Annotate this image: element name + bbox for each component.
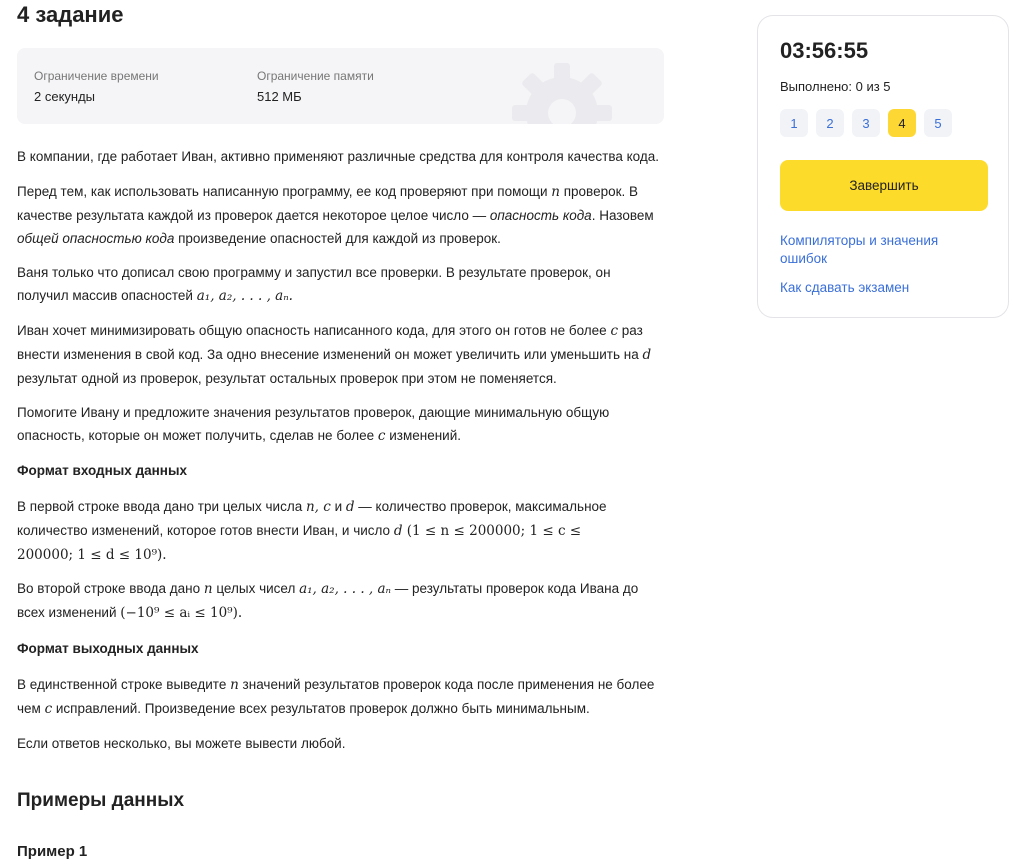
limits-box: Ограничение времени 2 секунды Ограничени… [17, 48, 664, 124]
text: Помогите Ивану и предложите значения рез… [17, 405, 610, 443]
output-format-heading: Формат выходных данных [17, 641, 199, 656]
text: и [330, 499, 346, 514]
time-limit: Ограничение времени 2 секунды [34, 69, 159, 104]
math-var: n [203, 581, 213, 597]
statement-paragraph-5: Помогите Ивану и предложите значения рез… [17, 401, 637, 448]
math-var: n [230, 677, 239, 693]
text: произведение опасностей для каждой из пр… [174, 231, 501, 246]
statement-paragraph-4: Иван хочет минимизировать общую опасност… [17, 319, 664, 390]
term-emphasis: опасность кода [489, 208, 592, 223]
exam-side-panel: 03:56:55 Выполнено: 0 из 5 1 2 3 4 5 Зав… [757, 15, 1009, 318]
memory-limit-value: 512 МБ [257, 89, 302, 104]
question-navigation: 1 2 3 4 5 [780, 109, 960, 137]
text: результат одной из проверок, результат о… [17, 371, 557, 386]
question-button-2[interactable]: 2 [816, 109, 844, 137]
time-limit-label: Ограничение времени [34, 69, 159, 83]
math-var: c [610, 323, 618, 339]
memory-limit: Ограничение памяти 512 МБ [257, 69, 374, 104]
math-var: d [642, 347, 652, 363]
statement-paragraph-8: В единственной строке выведите n значени… [17, 673, 664, 721]
compilers-errors-link[interactable]: Компиляторы и значения ошибок [780, 232, 970, 268]
math-var: d [345, 499, 355, 515]
statement-paragraph-2: Перед тем, как использовать написанную п… [17, 180, 664, 250]
text: Иван хочет минимизировать общую опасност… [17, 323, 611, 338]
how-to-take-exam-link[interactable]: Как сдавать экзамен [780, 279, 909, 297]
text: Ваня только что дописал свою программу и… [17, 265, 611, 303]
text: В единственной строке выведите [17, 677, 231, 692]
math-expression: a₁, a₂, . . . , aₙ. [196, 288, 293, 304]
question-button-1[interactable]: 1 [780, 109, 808, 137]
memory-limit-label: Ограничение памяти [257, 69, 374, 83]
gear-icon [512, 63, 612, 124]
statement-paragraph-9: Если ответов несколько, вы можете вывест… [17, 736, 346, 751]
finish-button[interactable]: Завершить [780, 160, 988, 211]
math-expression: (−10⁹ ≤ aᵢ ≤ 10⁹). [120, 605, 243, 621]
text: целых чисел [212, 581, 300, 596]
term-emphasis: общей опасностью кода [17, 231, 175, 246]
input-format-heading: Формат входных данных [17, 463, 187, 478]
statement-paragraph-3: Ваня только что дописал свою программу и… [17, 261, 637, 308]
text: Перед тем, как использовать написанную п… [17, 184, 552, 199]
progress-text: Выполнено: 0 из 5 [780, 79, 891, 94]
statement-paragraph-1: В компании, где работает Иван, активно п… [17, 149, 660, 164]
examples-heading: Примеры данных [17, 790, 185, 811]
question-button-5[interactable]: 5 [924, 109, 952, 137]
statement-paragraph-6: В первой строке ввода дано три целых чис… [17, 495, 617, 567]
statement-paragraph-7: Во второй строке ввода дано n целых чисе… [17, 577, 647, 625]
example-1-heading: Пример 1 [17, 843, 88, 860]
math-var: n, c [305, 499, 331, 515]
text: изменений. [385, 428, 461, 443]
text: В первой строке ввода дано три целых чис… [17, 499, 306, 514]
math-var: c [44, 701, 53, 717]
exam-timer: 03:56:55 [780, 38, 869, 63]
text: Во второй строке ввода дано [17, 581, 204, 596]
text: исправлений. Произведение всех результат… [52, 701, 590, 716]
time-limit-value: 2 секунды [34, 89, 96, 104]
question-button-3[interactable]: 3 [852, 109, 880, 137]
text: . Назовем [591, 208, 654, 223]
math-var: n [551, 184, 560, 200]
question-button-4[interactable]: 4 [888, 109, 916, 137]
task-title: 4 задание [17, 2, 124, 27]
math-expression: a₁, a₂, . . . , aₙ [299, 581, 392, 597]
